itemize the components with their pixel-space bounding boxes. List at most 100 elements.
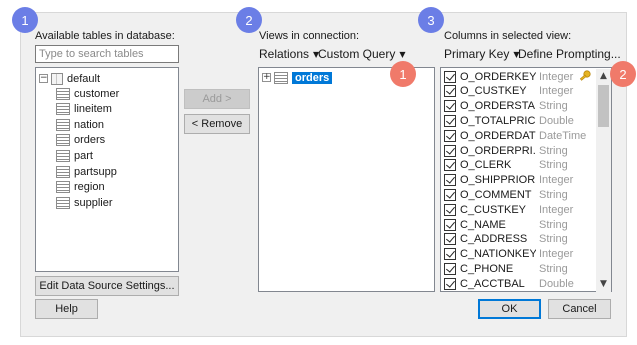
scroll-up-icon[interactable]: ▲ <box>596 69 611 84</box>
column-name: O_ORDERKEY <box>460 70 536 83</box>
column-name: C_ACCTBAL <box>460 277 525 290</box>
tree-item-table[interactable]: lineitem <box>56 102 112 117</box>
column-row[interactable]: O_CLERK String <box>444 158 568 173</box>
column-checkbox[interactable] <box>444 159 456 172</box>
column-name: O_ORDERSTA... <box>460 100 536 113</box>
column-checkbox[interactable] <box>444 218 456 231</box>
view-item-orders[interactable]: + orders <box>262 70 333 85</box>
column-row[interactable]: O_TOTALPRICE Double <box>444 113 574 128</box>
custom-query-menu[interactable]: Custom Query ▼ <box>318 47 406 61</box>
primary-key-icon <box>579 70 591 81</box>
column-checkbox[interactable] <box>444 70 456 83</box>
column-type: String <box>539 262 568 275</box>
column-row[interactable]: C_ACCTBAL Double <box>444 276 574 291</box>
column-name: O_SHIPPRIOR... <box>460 174 536 187</box>
tree-item-table[interactable]: region <box>56 180 105 195</box>
cancel-button[interactable]: Cancel <box>548 299 611 319</box>
column-row[interactable]: O_ORDERKEY Integer <box>444 69 573 84</box>
scroll-thumb[interactable] <box>598 85 609 127</box>
step-badge-3: 3 <box>418 7 444 33</box>
column-type: Integer <box>539 248 574 261</box>
column-row[interactable]: C_CUSTKEY Integer <box>444 202 573 217</box>
column-row[interactable]: O_COMMENT String <box>444 187 568 202</box>
column-row[interactable]: O_SHIPPRIOR... Integer <box>444 173 573 188</box>
columns-scrollbar[interactable]: ▲ ▼ <box>596 69 611 292</box>
ok-button[interactable]: OK <box>478 299 541 319</box>
columns-in-view-label: Columns in selected view: <box>444 30 572 42</box>
column-type: Integer <box>539 203 574 216</box>
tree-root-default[interactable]: − default <box>39 71 100 86</box>
column-row[interactable]: C_ADDRESS String <box>444 232 568 247</box>
column-checkbox[interactable] <box>444 188 456 201</box>
tree-item-label: part <box>74 149 93 162</box>
define-prompting-menu-label: Define Prompting... <box>518 47 621 61</box>
collapse-icon[interactable]: − <box>39 74 48 83</box>
views-tree[interactable]: + orders <box>258 67 435 292</box>
column-name: O_CUSTKEY <box>460 85 527 98</box>
column-name: O_ORDERPRI... <box>460 144 536 157</box>
relations-menu[interactable]: Relations ▼ <box>259 47 319 61</box>
column-checkbox[interactable] <box>444 85 456 98</box>
tree-item-label: supplier <box>74 196 113 209</box>
column-type: Double <box>539 277 574 290</box>
column-row[interactable]: O_ORDERPRI... String <box>444 143 568 158</box>
column-checkbox[interactable] <box>444 114 456 127</box>
primary-key-menu[interactable]: Primary Key ▼ <box>444 47 520 61</box>
tree-item-table[interactable]: nation <box>56 117 104 132</box>
available-tables-label: Available tables in database: <box>35 30 175 42</box>
custom-query-menu-label: Custom Query <box>318 47 396 61</box>
column-row[interactable]: O_ORDERDATE DateTime <box>444 128 586 143</box>
column-checkbox[interactable] <box>444 144 456 157</box>
relations-menu-label: Relations <box>259 47 310 61</box>
column-name: C_NATIONKEY <box>460 248 536 261</box>
column-checkbox[interactable] <box>444 262 456 275</box>
column-name: O_COMMENT <box>460 188 532 201</box>
tree-item-label: lineitem <box>74 103 112 116</box>
column-checkbox[interactable] <box>444 100 456 113</box>
column-type: DateTime <box>539 129 587 142</box>
tree-item-table[interactable]: partsupp <box>56 164 117 179</box>
tree-item-table[interactable]: orders <box>56 133 105 148</box>
tree-item-table[interactable]: customer <box>56 86 119 101</box>
column-name: O_TOTALPRICE <box>460 114 536 127</box>
column-row[interactable]: C_NAME String <box>444 217 568 232</box>
column-checkbox[interactable] <box>444 129 456 142</box>
tree-root-label: default <box>67 72 101 85</box>
help-button[interactable]: Help <box>35 299 98 319</box>
column-name: C_PHONE <box>460 262 514 275</box>
column-name: C_CUSTKEY <box>460 203 527 216</box>
column-type: String <box>539 218 568 231</box>
define-prompting-menu[interactable]: Define Prompting... <box>518 47 621 61</box>
add-button[interactable]: Add > <box>184 89 250 109</box>
column-checkbox[interactable] <box>444 248 456 261</box>
table-icon <box>56 196 70 209</box>
column-name: C_NAME <box>460 218 506 231</box>
table-icon <box>56 134 70 147</box>
table-icon <box>56 118 70 131</box>
tree-item-label: nation <box>74 118 104 131</box>
column-checkbox[interactable] <box>444 233 456 246</box>
tree-item-label: partsupp <box>74 165 117 178</box>
tree-item-table[interactable]: supplier <box>56 195 113 210</box>
scroll-down-icon[interactable]: ▼ <box>596 277 611 292</box>
tables-tree[interactable]: − default customer lineitem nation orders pa… <box>35 67 179 272</box>
column-name: O_ORDERDATE <box>460 129 536 142</box>
views-in-connection-label: Views in connection: <box>259 30 360 42</box>
column-checkbox[interactable] <box>444 174 456 187</box>
column-checkbox[interactable] <box>444 277 456 290</box>
column-row[interactable]: C_PHONE String <box>444 261 568 276</box>
search-tables-input[interactable] <box>35 45 179 63</box>
expand-icon[interactable]: + <box>262 73 271 82</box>
column-checkbox[interactable] <box>444 203 456 216</box>
remove-button[interactable]: < Remove <box>184 114 250 134</box>
edit-data-source-button[interactable]: Edit Data Source Settings... <box>35 276 179 296</box>
column-row[interactable]: O_ORDERSTA... String <box>444 99 568 114</box>
table-icon <box>56 181 70 194</box>
primary-key-menu-label: Primary Key <box>444 47 510 61</box>
column-row[interactable]: C_NATIONKEY Integer <box>444 247 573 262</box>
column-row[interactable]: O_CUSTKEY Integer <box>444 84 573 99</box>
column-type: String <box>539 144 568 157</box>
tree-item-table[interactable]: part <box>56 148 93 163</box>
table-icon <box>56 87 70 100</box>
step-badge-1: 1 <box>12 7 38 33</box>
